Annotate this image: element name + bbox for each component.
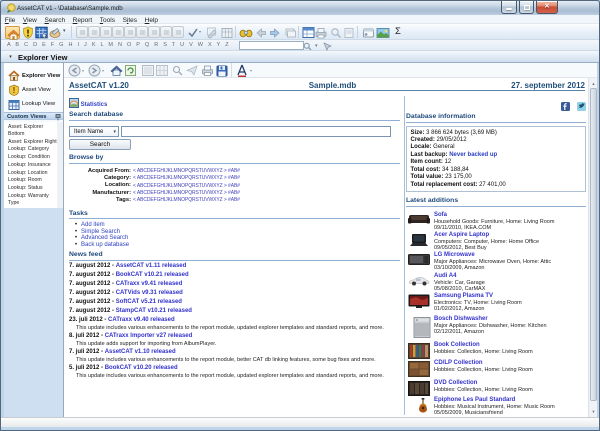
svg-text:!: ! xyxy=(13,86,16,95)
